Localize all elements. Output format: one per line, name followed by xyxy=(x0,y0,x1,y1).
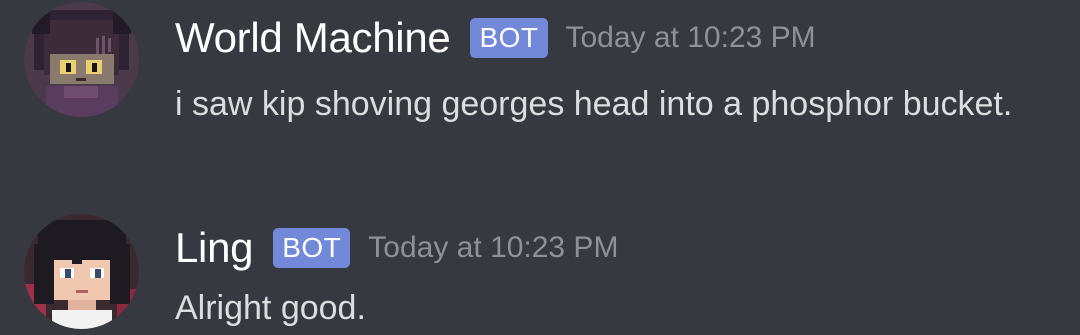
message-timestamp: Today at 10:23 PM xyxy=(565,21,816,54)
message-content: Alright good. xyxy=(175,289,366,327)
bot-badge: BOT xyxy=(273,228,351,268)
message-header: Ling BOT Today at 10:23 PM xyxy=(175,222,618,274)
message-header: World Machine BOT Today at 10:23 PM xyxy=(175,12,816,64)
bot-badge: BOT xyxy=(470,18,548,58)
message-content: i saw kip shoving georges head into a ph… xyxy=(175,85,1013,123)
chat-message-list: World Machine BOT Today at 10:23 PM i sa… xyxy=(0,0,1080,335)
pixel-art-girl-avatar-icon[interactable] xyxy=(24,214,139,329)
pixel-art-cat-avatar-icon[interactable] xyxy=(24,2,139,117)
author-name[interactable]: World Machine xyxy=(175,12,451,64)
message-timestamp: Today at 10:23 PM xyxy=(368,231,619,264)
author-name[interactable]: Ling xyxy=(175,222,254,274)
